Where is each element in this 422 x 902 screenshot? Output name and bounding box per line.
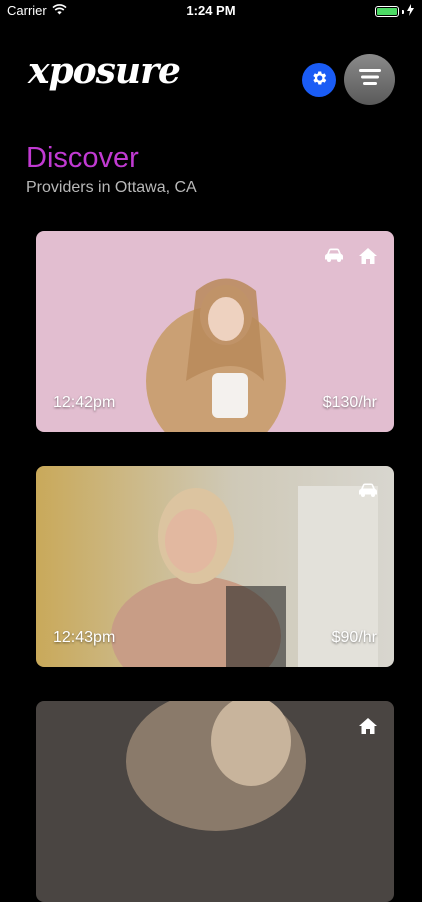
provider-card[interactable]: 12:42pm $130/hr (36, 231, 394, 432)
page-subtitle: Providers in Ottawa, CA (26, 179, 197, 196)
menu-button[interactable] (344, 54, 395, 105)
home-icon (358, 247, 378, 270)
menu-icon (358, 67, 382, 92)
gear-icon (310, 69, 328, 92)
settings-button[interactable] (302, 63, 336, 97)
charging-icon (407, 4, 414, 19)
card-icons (324, 247, 378, 270)
car-icon (358, 482, 378, 503)
status-time: 1:24 PM (186, 3, 236, 18)
app-logo: xposure (28, 50, 181, 92)
card-icons (358, 717, 378, 740)
provider-photo (36, 701, 394, 902)
provider-card[interactable] (36, 701, 394, 902)
status-bar: Carrier 1:24 PM (0, 0, 422, 22)
card-time: 12:43pm (53, 629, 116, 646)
card-time: 12:42pm (53, 394, 116, 411)
car-icon (324, 247, 344, 270)
provider-card[interactable]: 12:43pm $90/hr (36, 466, 394, 667)
page-title: Discover (26, 142, 139, 174)
card-price: $90/hr (331, 629, 377, 646)
home-icon (358, 717, 378, 740)
card-icons (358, 482, 378, 503)
status-right (375, 4, 414, 19)
battery-tip (402, 9, 404, 14)
card-price: $130/hr (322, 394, 377, 411)
battery-icon (375, 6, 399, 17)
